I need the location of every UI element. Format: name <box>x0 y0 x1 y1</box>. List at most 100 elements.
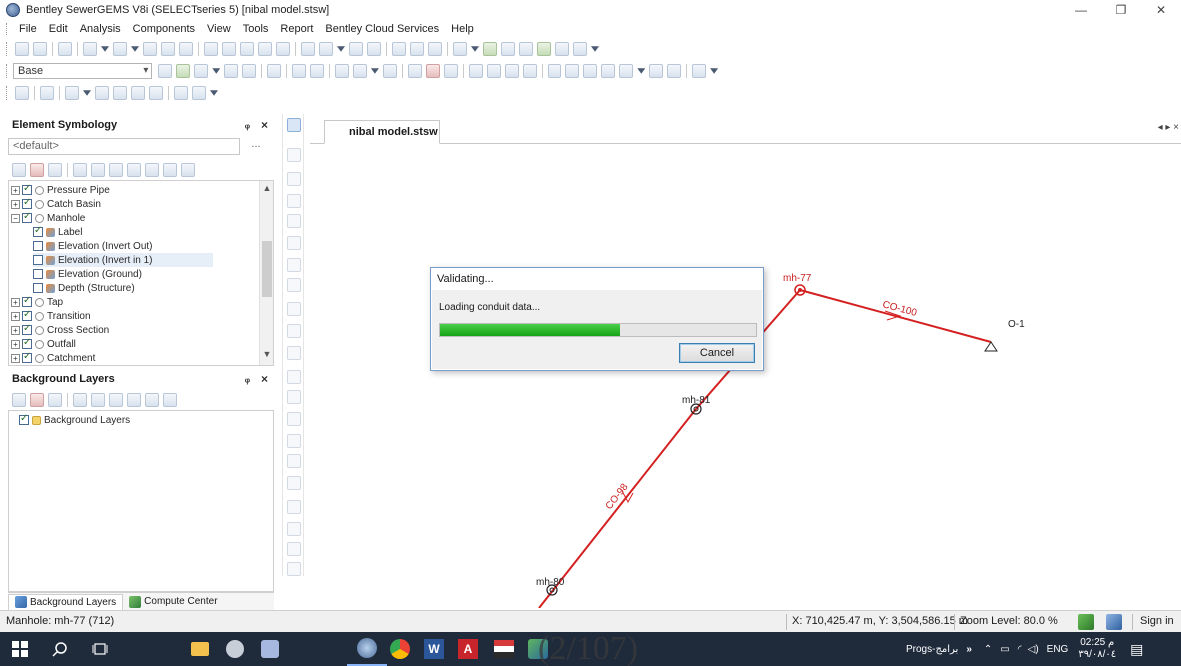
expand-icon[interactable]: + <box>11 199 20 209</box>
node-icon[interactable] <box>131 86 145 100</box>
tree-item-background-layers[interactable]: Background Layers <box>19 413 130 427</box>
edit-icon[interactable] <box>73 393 87 407</box>
maximize-button[interactable]: ❐ <box>1101 0 1141 20</box>
compute-status-icon[interactable] <box>1078 614 1094 630</box>
wifi-icon[interactable]: ◜ <box>1018 644 1022 655</box>
outfall-o-1[interactable] <box>984 341 998 352</box>
help-icon[interactable] <box>181 163 195 177</box>
menu-edit[interactable]: Edit <box>43 23 74 35</box>
calculation-summary-icon[interactable] <box>555 42 569 56</box>
tree-scrollbar[interactable]: ▲ ▼ <box>259 181 273 365</box>
tab-compute-center[interactable]: Compute Center <box>123 594 223 610</box>
tree-item-catchment[interactable]: + Catchment <box>11 351 95 365</box>
tree-item-manhole[interactable]: − Manhole <box>11 211 85 225</box>
search-button[interactable] <box>40 632 80 666</box>
menu-view[interactable]: View <box>201 23 237 35</box>
close-window-button[interactable]: ✕ <box>1141 0 1181 20</box>
symbology-browse-button[interactable]: ... <box>244 138 268 155</box>
hec-icon[interactable] <box>619 64 634 78</box>
active-topology-icon[interactable] <box>504 64 519 78</box>
zoom-window-icon[interactable] <box>222 42 236 56</box>
collapse-icon[interactable] <box>145 393 159 407</box>
tree-item-pressure-pipe[interactable]: + Pressure Pipe <box>11 183 110 197</box>
dropdown-arrow-icon[interactable] <box>471 46 479 52</box>
expand-icon[interactable]: + <box>11 325 20 335</box>
expand-icon[interactable] <box>127 393 141 407</box>
battery-icon[interactable]: ▭ <box>1000 644 1009 655</box>
close-icon[interactable]: × <box>261 118 268 132</box>
expand-icon[interactable]: + <box>11 311 20 321</box>
checkbox[interactable] <box>22 323 32 335</box>
network-navigator-icon[interactable] <box>425 64 440 78</box>
sign-in-link[interactable]: Sign in <box>1140 615 1174 627</box>
select-tool-icon[interactable] <box>287 118 301 132</box>
hydrograph-icon[interactable] <box>468 64 483 78</box>
pin-icon[interactable]: ᵩ <box>245 373 250 385</box>
tank-tool-icon[interactable] <box>287 324 301 338</box>
valve-tool-icon[interactable] <box>287 434 301 448</box>
network-layout-icon[interactable] <box>95 86 109 100</box>
layout-icon[interactable] <box>65 86 79 100</box>
menu-bentley-cloud[interactable]: Bentley Cloud Services <box>319 23 445 35</box>
grid-icon[interactable] <box>48 393 62 407</box>
wet-well-tool-icon[interactable] <box>287 346 301 360</box>
dropdown-arrow-icon[interactable] <box>83 90 91 96</box>
scroll-down-icon[interactable] <box>287 562 301 576</box>
volume-icon[interactable]: ◁) <box>1028 644 1039 655</box>
background-icon[interactable] <box>367 42 381 56</box>
prototypes-icon[interactable] <box>224 64 239 78</box>
graphs-icon[interactable] <box>428 42 442 56</box>
expand-icon[interactable]: + <box>11 185 20 195</box>
page-setup-icon[interactable] <box>83 42 97 56</box>
dropdown-arrow-icon[interactable] <box>101 46 109 52</box>
new-file-icon[interactable] <box>15 42 29 56</box>
tree-item-cross-section[interactable]: + Cross Section <box>11 323 109 337</box>
pond-tool-icon[interactable] <box>287 302 301 316</box>
checkbox[interactable] <box>22 351 32 363</box>
catch-basin-tool-icon[interactable] <box>287 236 301 250</box>
find-icon[interactable] <box>179 42 193 56</box>
report-icon[interactable] <box>573 42 587 56</box>
menu-report[interactable]: Report <box>274 23 319 35</box>
notification-icon[interactable]: ▤ <box>1130 641 1143 658</box>
grip-handle[interactable] <box>6 86 9 100</box>
print-icon[interactable] <box>113 42 127 56</box>
color-coding-icon[interactable] <box>547 64 562 78</box>
align-left-icon[interactable] <box>15 86 29 100</box>
expand-icon[interactable]: + <box>11 353 20 363</box>
dropdown-arrow-icon[interactable] <box>591 46 599 52</box>
checkbox[interactable] <box>33 269 43 279</box>
dropdown-arrow-icon[interactable] <box>210 90 218 96</box>
grip-handle[interactable] <box>6 42 9 56</box>
scenario-manager-icon[interactable] <box>158 64 173 78</box>
checkbox[interactable] <box>33 283 43 293</box>
patterns-icon[interactable] <box>267 64 282 78</box>
rename-icon[interactable] <box>91 163 105 177</box>
line-tool-icon[interactable] <box>287 542 301 556</box>
zoom-previous-icon[interactable] <box>276 42 290 56</box>
help-icon[interactable] <box>163 393 177 407</box>
aerial-view-icon[interactable] <box>349 42 363 56</box>
drawing-canvas[interactable]: mh-77 mh-81 mh-80 O-1 CO-100 CO-98 <box>310 145 1181 609</box>
catchment-tool-icon[interactable] <box>287 390 301 404</box>
tree-item-elevation-invert-out[interactable]: Elevation (Invert Out) <box>33 239 152 253</box>
flex-tables-icon[interactable] <box>392 42 406 56</box>
move-up-icon[interactable] <box>109 163 123 177</box>
expand-icon[interactable]: + <box>11 297 20 307</box>
zoom-extents-icon[interactable] <box>204 42 218 56</box>
selection-sets-icon[interactable] <box>407 64 422 78</box>
cancel-button[interactable]: Cancel <box>679 343 755 363</box>
open-file-icon[interactable] <box>33 42 47 56</box>
tree-item-outfall[interactable]: + Outfall <box>11 337 76 351</box>
search-icon[interactable] <box>522 64 537 78</box>
compute-icon[interactable] <box>537 42 551 56</box>
tree-item-depth-structure[interactable]: Depth (Structure) <box>33 281 135 295</box>
minimize-button[interactable]: — <box>1061 0 1101 20</box>
legend-icon[interactable] <box>601 64 616 78</box>
grip-handle[interactable] <box>6 23 9 35</box>
refresh-icon[interactable] <box>319 42 333 56</box>
menu-analysis[interactable]: Analysis <box>74 23 127 35</box>
storm-data-icon[interactable] <box>310 64 325 78</box>
border-tool-icon[interactable] <box>287 500 301 514</box>
language-indicator[interactable]: ENG <box>1047 644 1069 655</box>
